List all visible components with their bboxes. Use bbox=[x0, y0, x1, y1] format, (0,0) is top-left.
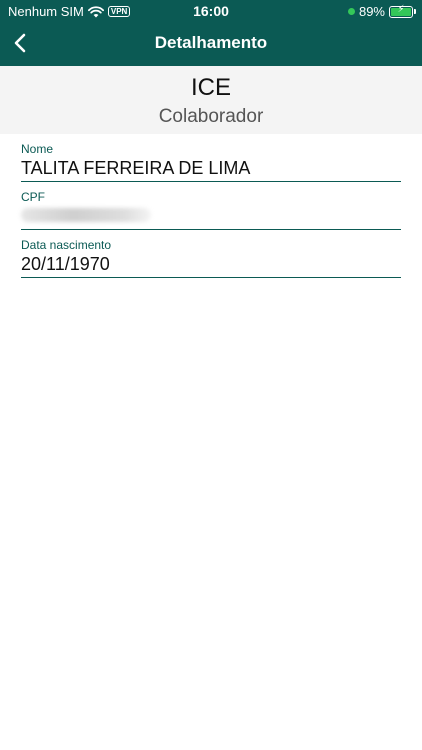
top-bar: Nenhum SIM VPN 16:00 89% ⚡ Detalhamento bbox=[0, 0, 422, 66]
profile-header: ICE Colaborador bbox=[0, 66, 422, 134]
cpf-field[interactable]: CPF bbox=[21, 190, 401, 230]
navigation-bar: Detalhamento bbox=[0, 22, 422, 66]
birthdate-field[interactable]: Data nascimento 20/11/1970 bbox=[21, 238, 401, 278]
status-bar: Nenhum SIM VPN 16:00 89% ⚡ bbox=[0, 0, 422, 22]
battery-group: 89% ⚡ bbox=[347, 3, 416, 19]
birthdate-value: 20/11/1970 bbox=[21, 254, 110, 274]
name-label: Nome bbox=[21, 142, 54, 156]
company-name: ICE bbox=[190, 74, 231, 101]
battery-percentage: 89% bbox=[358, 4, 385, 19]
page-title: Detalhamento bbox=[154, 33, 268, 52]
battery-icon: ⚡ bbox=[389, 3, 413, 18]
user-role: Colaborador bbox=[158, 106, 264, 127]
green-dot-icon bbox=[347, 8, 355, 15]
cpf-label: CPF bbox=[21, 190, 45, 204]
charging-bolt-icon: ⚡ bbox=[397, 3, 405, 15]
birthdate-label: Data nascimento bbox=[21, 238, 112, 252]
name-value: TALITA FERREIRA DE LIMA bbox=[21, 158, 251, 178]
cpf-redacted-value bbox=[21, 208, 151, 222]
name-field[interactable]: Nome TALITA FERREIRA DE LIMA bbox=[21, 142, 401, 182]
battery-cap bbox=[414, 9, 416, 14]
